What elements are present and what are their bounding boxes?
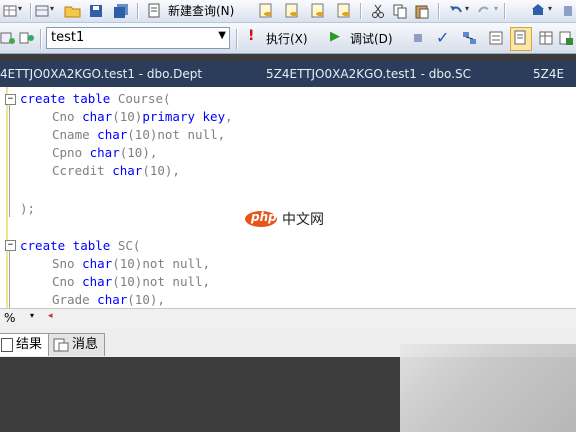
chevron-down-icon[interactable]: ▼ (218, 30, 226, 41)
results-to-text-toggle[interactable] (510, 27, 532, 51)
standard-toolbar: ▾ ▾ 新建查询(N) ▾ ▾ ▾ (0, 0, 576, 23)
document-tab-bar: 4ETTJO0XA2KGO.test1 - dbo.Dept 5Z4ETTJO0… (0, 61, 576, 87)
execute-button[interactable]: 执行(X) (266, 30, 308, 47)
save-all-icon[interactable] (112, 3, 130, 19)
chevron-down-icon[interactable]: ▾ (30, 311, 34, 320)
collapse-icon[interactable]: − (5, 240, 16, 251)
code-line: Cno char(10)not null, (52, 274, 211, 289)
change-margin (0, 87, 8, 308)
code-line: Sno char(10)not null, (52, 256, 211, 271)
database-query-icon[interactable] (258, 3, 274, 19)
dropdown-arrow-icon[interactable]: ▾ (548, 4, 552, 13)
database-query-icon[interactable] (310, 3, 326, 19)
database-query-icon[interactable] (336, 3, 352, 19)
paste-icon[interactable] (414, 3, 430, 19)
separator (504, 3, 506, 19)
results-to-file-icon[interactable] (558, 30, 574, 46)
results-to-text-icon (514, 30, 526, 45)
navigate-back-icon[interactable] (530, 3, 546, 19)
zoom-bar: % ▾ ◂ (0, 308, 576, 329)
code-line: Cno char(10)primary key, (52, 109, 233, 124)
results-to-grid-icon[interactable] (538, 30, 554, 46)
grid-icon[interactable] (2, 3, 18, 19)
separator (438, 3, 440, 19)
site-name-text: 中文网 (282, 212, 324, 228)
separator (30, 3, 32, 19)
new-query-icon[interactable] (146, 3, 162, 19)
database-select[interactable]: test1 ▼ (46, 27, 230, 49)
scroll-left-icon[interactable]: ◂ (48, 311, 53, 321)
cut-icon[interactable] (370, 3, 386, 19)
display-plan-icon[interactable] (462, 30, 478, 46)
execute-icon: ! (248, 28, 255, 44)
query-options-icon[interactable] (488, 30, 504, 46)
save-icon[interactable] (88, 3, 104, 19)
query-editor[interactable]: − − create table Course( Cno char(10)pri… (0, 87, 576, 308)
separator (137, 3, 139, 19)
database-query-icon[interactable] (284, 3, 300, 19)
grid-icon[interactable] (34, 3, 50, 19)
parse-checkmark-icon[interactable]: ✓ (436, 28, 449, 47)
tab-dept[interactable]: 4ETTJO0XA2KGO.test1 - dbo.Dept (0, 67, 202, 81)
new-query-button[interactable]: 新建查询(N) (168, 2, 234, 19)
redo-icon[interactable] (476, 3, 492, 19)
php-logo-text: php (251, 210, 277, 224)
change-connection-icon[interactable] (18, 30, 36, 46)
sql-editor-toolbar: test1 ▼ ! 执行(X) ▶ 调试(D) ✓ (0, 23, 576, 54)
separator (236, 29, 238, 49)
tab-sc[interactable]: 5Z4ETTJO0XA2KGO.test1 - dbo.SC (266, 67, 471, 81)
code-line: Grade char(10), (52, 292, 165, 307)
tab-messages-label: 消息 (72, 337, 99, 352)
toolbar-options-icon[interactable] (562, 3, 574, 19)
tab-results[interactable]: 结果 (0, 333, 50, 356)
copy-icon[interactable] (392, 3, 408, 19)
code-line: Cname char(10)not null, (52, 127, 226, 142)
dropdown-arrow-icon[interactable]: ▾ (494, 4, 498, 13)
code-line: ); (20, 201, 36, 216)
pixelated-watermark (400, 344, 576, 432)
dropdown-arrow-icon[interactable]: ▾ (50, 4, 54, 13)
debug-button[interactable]: 调试(D) (350, 30, 393, 47)
code-line: create table Course( (20, 91, 171, 106)
open-folder-icon[interactable] (64, 3, 82, 19)
code-line: Cpno char(10), (52, 145, 158, 160)
separator (40, 29, 42, 49)
collapse-icon[interactable]: − (5, 94, 16, 105)
connect-icon[interactable] (0, 30, 16, 46)
undo-icon[interactable] (448, 3, 464, 19)
code-line: create table SC( (20, 238, 141, 253)
database-select-value: test1 (51, 30, 85, 45)
grid-icon (1, 337, 13, 352)
tab-results-label: 结果 (16, 337, 43, 352)
fold-line (9, 250, 10, 308)
fold-line (9, 104, 10, 217)
dropdown-arrow-icon[interactable]: ▾ (18, 4, 22, 13)
tab-messages[interactable]: 消息 (48, 333, 106, 356)
message-icon (53, 338, 69, 351)
dropdown-arrow-icon[interactable]: ▾ (465, 4, 469, 13)
code-line: Ccredit char(10), (52, 163, 180, 178)
play-icon: ▶ (330, 29, 340, 44)
stop-icon[interactable] (414, 34, 422, 42)
zoom-select[interactable]: % (4, 311, 15, 325)
separator (360, 3, 362, 19)
tab-overflow[interactable]: 5Z4E (533, 67, 564, 81)
